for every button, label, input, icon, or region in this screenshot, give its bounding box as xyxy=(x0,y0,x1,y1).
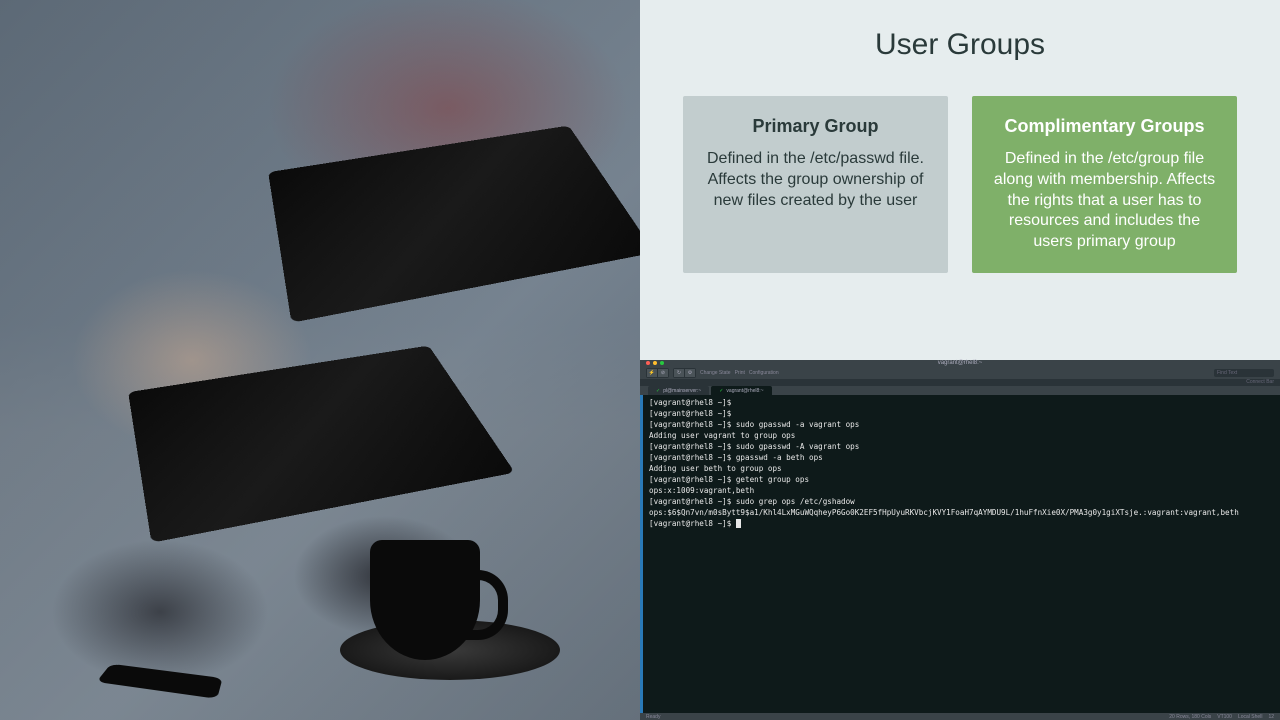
terminal-window: vagrant@rhel8:~ ⚡ ⊘ ↻ ⚙ Change State Pri… xyxy=(640,360,1280,720)
tab-session-2[interactable]: ✓ vagrant@rhel8:~ xyxy=(711,386,771,395)
slide-title: User Groups xyxy=(670,28,1250,62)
tab-strip: ✓ pl@mainserver:~ ✓ vagrant@rhel8:~ xyxy=(640,386,1280,395)
cursor xyxy=(736,519,741,528)
toolbar-label: Change State xyxy=(700,370,731,376)
card-complimentary-groups: Complimentary Groups Defined in the /etc… xyxy=(972,96,1237,273)
disconnect-icon[interactable]: ⊘ xyxy=(658,369,668,377)
find-input[interactable]: Find Text xyxy=(1214,369,1274,377)
terminal-output[interactable]: [vagrant@rhel8 ~]$ [vagrant@rhel8 ~]$ [v… xyxy=(640,395,1280,713)
photo-phone xyxy=(96,664,222,699)
card-title: Primary Group xyxy=(701,116,930,137)
slide-panel: User Groups Primary Group Defined in the… xyxy=(640,0,1280,360)
status-shell: Local Shell xyxy=(1238,714,1262,720)
window-title: vagrant@rhel8:~ xyxy=(640,360,1280,366)
toolbar-label: Configuration xyxy=(749,370,779,376)
refresh-icon[interactable]: ↻ xyxy=(674,369,684,377)
toolbar-label: Print xyxy=(735,370,745,376)
status-right: 20 Rows, 180 Cols VT100 Local Shell 12 xyxy=(1169,714,1274,720)
command-bar[interactable]: Connect Bar xyxy=(640,379,1280,386)
card-primary-group: Primary Group Defined in the /etc/passwd… xyxy=(683,96,948,273)
photo-laptop xyxy=(268,126,640,323)
cards-row: Primary Group Defined in the /etc/passwd… xyxy=(670,96,1250,273)
status-left: Ready xyxy=(646,714,660,720)
check-icon: ✓ xyxy=(656,388,660,394)
connect-icon[interactable]: ⚡ xyxy=(647,369,657,377)
tab-session-1[interactable]: ✓ pl@mainserver:~ xyxy=(648,386,709,395)
status-term-type: VT100 xyxy=(1217,714,1232,720)
toolbar: ⚡ ⊘ ↻ ⚙ Change State Print Configuration… xyxy=(640,366,1280,379)
status-bar: Ready 20 Rows, 180 Cols VT100 Local Shel… xyxy=(640,713,1280,720)
photo-laptop xyxy=(128,346,515,543)
card-title: Complimentary Groups xyxy=(990,116,1219,137)
status-count: 12 xyxy=(1268,714,1274,720)
check-icon: ✓ xyxy=(719,388,723,394)
toolbar-group-state: ↻ ⚙ xyxy=(673,368,696,378)
status-rows-cols: 20 Rows, 180 Cols xyxy=(1169,714,1211,720)
settings-icon[interactable]: ⚙ xyxy=(685,369,695,377)
toolbar-group-connect: ⚡ ⊘ xyxy=(646,368,669,378)
window-titlebar[interactable]: vagrant@rhel8:~ xyxy=(640,360,1280,366)
tab-label: pl@mainserver:~ xyxy=(663,388,701,394)
card-body: Defined in the /etc/group file along wit… xyxy=(990,149,1219,253)
course-photo xyxy=(0,0,640,720)
tab-label: vagrant@rhel8:~ xyxy=(726,388,763,394)
card-body: Defined in the /etc/passwd file. Affects… xyxy=(701,149,930,211)
photo-mug xyxy=(370,540,480,660)
